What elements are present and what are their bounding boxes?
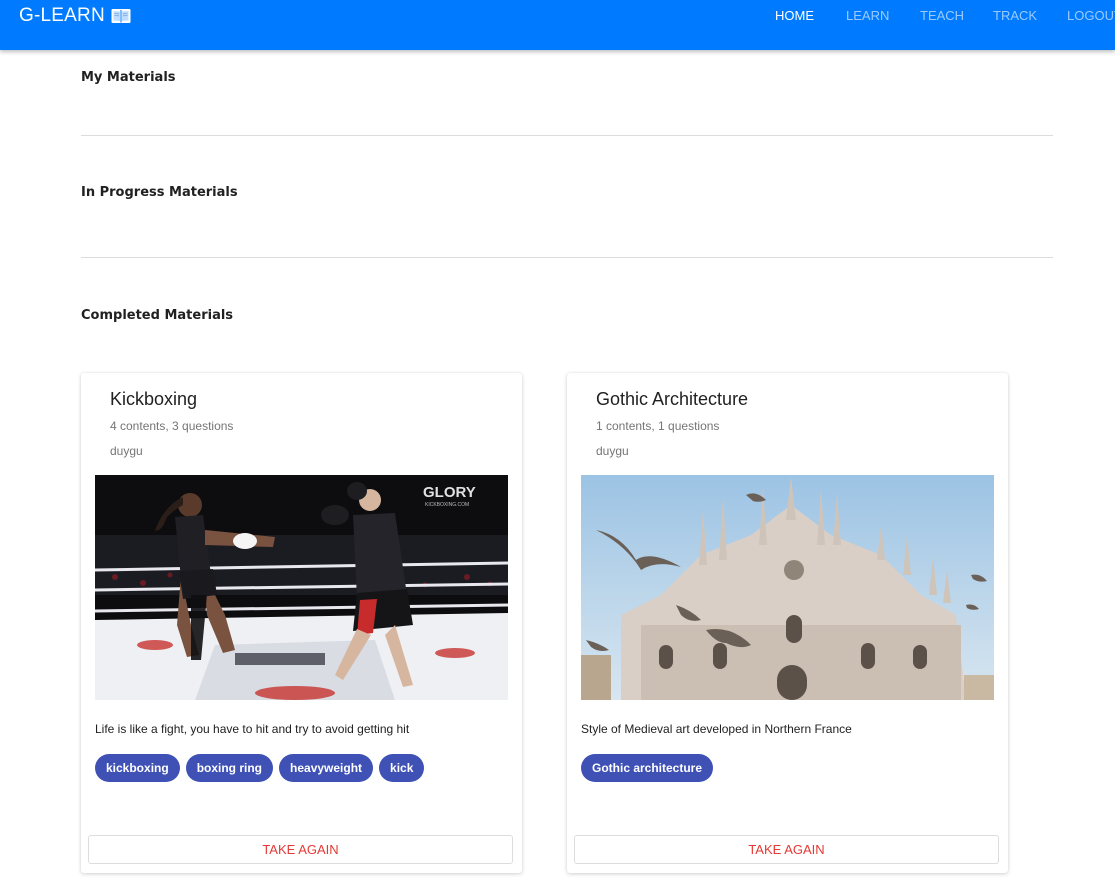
brand-name[interactable]: G-LEARN bbox=[19, 5, 105, 27]
tag-chip[interactable]: kickboxing bbox=[95, 754, 180, 782]
card-author: duygu bbox=[110, 444, 143, 458]
brand-logo[interactable]: G-LEARN bbox=[19, 5, 131, 27]
tag-list: Gothic architecture bbox=[581, 754, 714, 782]
in-progress-materials-heading: In Progress Materials bbox=[81, 185, 238, 200]
card-stats: 4 contents, 3 questions bbox=[110, 419, 234, 433]
top-navbar: G-LEARN HOME LEARN TEACH TRACK LOGOUT bbox=[0, 0, 1115, 50]
card-author: duygu bbox=[596, 444, 629, 458]
completed-materials-heading: Completed Materials bbox=[81, 308, 234, 323]
tag-chip[interactable]: heavyweight bbox=[279, 754, 374, 782]
card-description: Style of Medieval art developed in North… bbox=[581, 722, 852, 736]
card-title: Kickboxing bbox=[110, 389, 198, 409]
card-title: Gothic Architecture bbox=[596, 389, 749, 409]
gothic-cathedral-image bbox=[581, 475, 994, 700]
nav-learn[interactable]: LEARN bbox=[846, 8, 889, 23]
open-book-icon bbox=[111, 9, 131, 23]
kickboxing-image: GLORY KICKBOXING.COM bbox=[95, 475, 508, 700]
tag-chip[interactable]: boxing ring bbox=[185, 754, 274, 782]
section-divider bbox=[81, 135, 1053, 136]
nav-track[interactable]: TRACK bbox=[993, 8, 1037, 23]
material-card-kickboxing: Kickboxing 4 contents, 3 questions duygu bbox=[81, 373, 522, 873]
nav-teach[interactable]: TEACH bbox=[920, 8, 964, 23]
section-divider bbox=[81, 257, 1053, 258]
nav-logout[interactable]: LOGOUT bbox=[1067, 8, 1115, 23]
image-logo-subtext: KICKBOXING.COM bbox=[425, 502, 469, 508]
my-materials-heading: My Materials bbox=[81, 70, 176, 85]
material-card-gothic-architecture: Gothic Architecture 1 contents, 1 questi… bbox=[567, 373, 1008, 873]
tag-chip[interactable]: kick bbox=[379, 754, 425, 782]
tag-chip[interactable]: Gothic architecture bbox=[581, 754, 714, 782]
card-stats: 1 contents, 1 questions bbox=[596, 419, 720, 433]
card-description: Life is like a fight, you have to hit an… bbox=[95, 722, 410, 736]
take-again-button[interactable]: TAKE AGAIN bbox=[574, 835, 999, 864]
take-again-button[interactable]: TAKE AGAIN bbox=[88, 835, 513, 864]
tag-list: kickboxing boxing ring heavyweight kick bbox=[95, 754, 425, 782]
image-logo-text: GLORY bbox=[423, 484, 476, 501]
nav-home[interactable]: HOME bbox=[775, 8, 814, 23]
